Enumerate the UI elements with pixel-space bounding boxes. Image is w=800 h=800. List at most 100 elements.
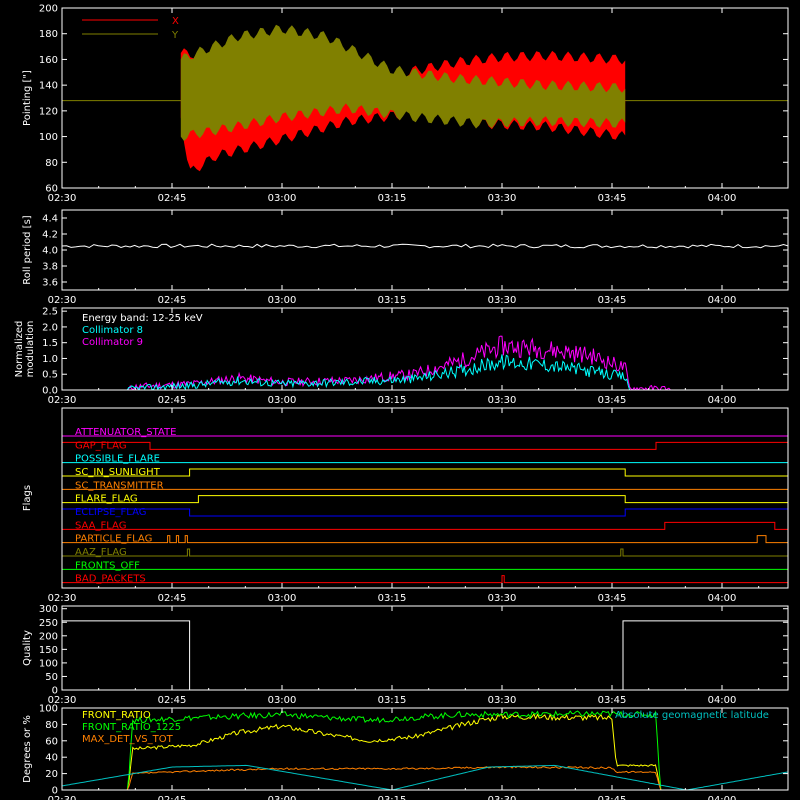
flag-label: ECLIPSE_FLAG [75,507,146,518]
y-axis-label: Pointing ["] [22,70,33,126]
y-tick-label: 100 [39,704,58,715]
y-axis-label: Quality [22,630,33,666]
x-tick-label: 02:45 [158,695,187,706]
x-tick-label: 04:00 [708,695,737,706]
y-tick-label: 1.5 [42,338,58,349]
x-tick-label: 02:45 [158,795,187,800]
y-axis-label: Normalized [14,321,25,378]
energy-band-annotation: Energy band: 12-25 keV [82,313,203,324]
y-tick-label: 50 [45,672,58,683]
x-tick-label: 03:00 [268,695,297,706]
y-tick-label: 200 [39,631,58,642]
flag-label: PARTICLE_FLAG [75,534,152,545]
x-tick-label: 03:45 [598,295,627,306]
flag-label: FLARE_FLAG [75,494,138,505]
flag-label: POSSIBLE_FLARE [75,454,160,465]
flag-label: ATTENUATOR_STATE [75,427,176,438]
x-tick-label: 03:30 [488,593,517,604]
y-tick-label: 180 [39,29,58,40]
flag-label: SC_TRANSMITTER [75,480,164,491]
x-tick-label: 03:30 [488,795,517,800]
legend-label: Collimator 8 [82,325,143,336]
y-tick-label: 1.0 [42,354,58,365]
legend-label: Collimator 9 [82,337,143,348]
x-tick-label: 03:15 [378,193,407,204]
x-tick-label: 03:15 [378,795,407,800]
y-tick-label: 60 [45,184,58,195]
x-tick-label: 02:45 [158,593,187,604]
x-tick-label: 03:15 [378,295,407,306]
y-tick-label: 160 [39,55,58,66]
flag-label: SC_IN_SUNLIGHT [75,467,161,478]
x-tick-label: 04:00 [708,295,737,306]
x-tick-label: 02:45 [158,295,187,306]
x-tick-label: 02:45 [158,395,187,406]
y-tick-label: 2.5 [42,307,58,318]
flag-label: AAZ_FLAG [75,547,127,558]
y-tick-label: 250 [39,618,58,629]
y-tick-label: 120 [39,106,58,117]
y-tick-label: 4.0 [42,246,58,257]
x-tick-label: 04:00 [708,395,737,406]
y-tick-label: 3.8 [42,262,58,273]
y-axis-label: Flags [22,485,33,511]
x-tick-label: 02:45 [158,193,187,204]
y-tick-label: 300 [39,604,58,615]
legend-label: FRONT_RATIO_1225 [82,722,181,733]
x-tick-label: 03:15 [378,695,407,706]
y-tick-label: 140 [39,81,58,92]
y-axis-label: Degrees or % [22,715,33,783]
x-tick-label: 04:00 [708,193,737,204]
y-tick-label: 100 [39,658,58,669]
y-tick-label: 60 [45,736,58,747]
y-tick-label: 4.2 [42,230,58,241]
x-tick-label: 02:30 [48,395,77,406]
x-tick-label: 03:00 [268,395,297,406]
x-tick-label: 03:30 [488,695,517,706]
y-tick-label: 4.4 [42,214,58,225]
y-axis-label: Roll period [s] [22,215,33,284]
hessi-quicklook-figure: XY 02:30 02:45 03:00 03:15 03:30 03:45 04:00 60 8… [0,0,800,800]
x-tick-label: 03:45 [598,695,627,706]
flag-label: SAA_FLAG [75,520,126,531]
x-tick-label: 04:00 [708,795,737,800]
y-tick-label: 150 [39,645,58,656]
y-tick-label: 100 [39,132,58,143]
y-axis-label: modulation [25,321,36,378]
x-tick-label: 03:30 [488,295,517,306]
y-tick-label: 80 [45,720,58,731]
y-tick-label: 0.0 [42,386,58,397]
x-tick-label: 03:45 [598,593,627,604]
y-tick-label: 40 [45,753,58,764]
y-tick-label: 200 [39,4,58,15]
x-tick-label: 03:00 [268,295,297,306]
x-tick-label: 03:45 [598,193,627,204]
x-tick-label: 03:00 [268,193,297,204]
x-tick-label: 03:30 [488,193,517,204]
y-tick-label: 3.6 [42,278,58,289]
legend-label: MAX_DET_VS_TOT [82,734,174,745]
x-tick-label: 03:15 [378,395,407,406]
y-tick-label: 0 [52,686,58,697]
y-tick-label: 80 [45,158,58,169]
x-tick-label: 03:15 [378,593,407,604]
legend-label: Absolute geomagnetic latitude [615,710,769,721]
x-tick-label: 02:30 [48,295,77,306]
y-tick-label: 0 [52,786,58,797]
flag-label: FRONTS_OFF [75,560,140,571]
y-tick-label: 0.5 [42,370,58,381]
x-tick-label: 03:30 [488,395,517,406]
legend-label: X [172,16,179,27]
x-tick-label: 03:00 [268,593,297,604]
flag-label: BAD_PACKETS [75,574,146,585]
flag-label: GAP_FLAG [75,440,127,451]
x-tick-label: 02:30 [48,193,77,204]
x-tick-label: 02:30 [48,593,77,604]
x-tick-label: 03:45 [598,795,627,800]
legend-label: FRONT_RATIO [82,710,151,721]
x-tick-label: 04:00 [708,593,737,604]
x-tick-label: 03:45 [598,395,627,406]
y-tick-label: 2.0 [42,322,58,333]
legend-label: Y [171,30,179,41]
y-tick-label: 20 [45,769,58,780]
